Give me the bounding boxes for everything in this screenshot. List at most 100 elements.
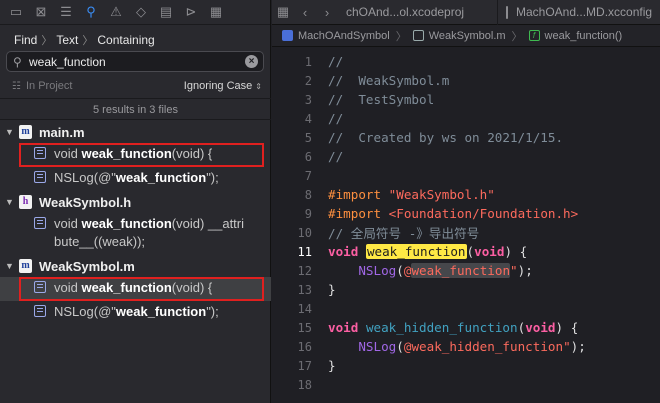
code-text: // bbox=[328, 149, 344, 164]
result-file-row[interactable]: ▼ h WeakSymbol.h bbox=[0, 191, 271, 213]
test-icon[interactable]: ◇ bbox=[129, 1, 153, 23]
navigator-toolbar: ▭ ⊠ ☰ ⚲ ⚠ ◇ ▤ ⊳ ▦ bbox=[0, 0, 270, 25]
line-number: 1 bbox=[304, 54, 312, 69]
search-field[interactable]: ⚲ × bbox=[6, 51, 264, 72]
snippet-suffix: "); bbox=[206, 304, 219, 319]
text-line-icon bbox=[34, 305, 46, 317]
source-file-icon: m bbox=[19, 125, 32, 139]
code-line[interactable]: 8 #import "WeakSymbol.h" bbox=[272, 185, 660, 204]
project-icon bbox=[282, 30, 293, 41]
code-text: // TestSymbol bbox=[328, 92, 435, 107]
find-mode-selector[interactable]: Find bbox=[14, 33, 37, 47]
debug-icon[interactable]: ▤ bbox=[154, 1, 178, 23]
results-count: 5 results in 3 files bbox=[0, 98, 271, 120]
result-file-name: WeakSymbol.m bbox=[39, 258, 135, 274]
code-line[interactable]: 4 // bbox=[272, 109, 660, 128]
code-line[interactable]: 6 // bbox=[272, 147, 660, 166]
snippet-suffix: "); bbox=[206, 170, 219, 185]
code-line[interactable]: 16 NSLog(@weak_hidden_function"); bbox=[272, 337, 660, 356]
line-number: 9 bbox=[304, 206, 312, 221]
source-file-icon: m bbox=[19, 259, 32, 273]
code-line[interactable]: 18 bbox=[272, 375, 660, 394]
result-match-row[interactable]: NSLog(@"weak_function"); bbox=[0, 167, 271, 191]
line-number: 13 bbox=[297, 282, 312, 297]
snippet-suffix: (void) { bbox=[171, 280, 213, 295]
code-line[interactable]: 11 void weak_function(void) { bbox=[272, 242, 660, 261]
file-icon bbox=[506, 5, 508, 19]
code-text: NSLog(@weak_hidden_function"); bbox=[358, 339, 586, 354]
forward-icon[interactable]: › bbox=[316, 5, 338, 20]
source-editor: ▦ ‹ › chOAnd...ol.xcodeproj MachOAnd...M… bbox=[272, 0, 660, 403]
disclosure-triangle-icon[interactable]: ▼ bbox=[5, 197, 19, 207]
line-number: 12 bbox=[297, 263, 312, 278]
code-line[interactable]: 14 bbox=[272, 299, 660, 318]
case-option-label: Ignoring Case bbox=[183, 80, 253, 92]
snippet-match: weak_function bbox=[81, 146, 172, 161]
code-line[interactable]: 9 #import <Foundation/Foundation.h> bbox=[272, 204, 660, 223]
find-navigator: ▭ ⊠ ☰ ⚲ ⚠ ◇ ▤ ⊳ ▦ Find 〉 Text 〉 Containi… bbox=[0, 0, 271, 403]
find-target-selector[interactable]: Text bbox=[56, 33, 78, 47]
code-text: void weak_hidden_function(void) { bbox=[328, 320, 579, 335]
text-line-icon bbox=[34, 171, 46, 183]
code-text: #import <Foundation/Foundation.h> bbox=[328, 206, 579, 221]
text-line-icon bbox=[34, 217, 46, 229]
result-match-row[interactable]: void weak_function(void) __attri bute__((… bbox=[0, 213, 271, 255]
code-line[interactable]: 7 bbox=[272, 166, 660, 185]
folder-icon[interactable]: ▭ bbox=[4, 1, 28, 23]
code-line[interactable]: 17} bbox=[272, 356, 660, 375]
result-file-row[interactable]: ▼ m WeakSymbol.m bbox=[0, 255, 271, 277]
snippet-suffix: (void) __attri bbox=[171, 216, 245, 231]
tab-xcodeproj[interactable]: chOAnd...ol.xcodeproj bbox=[338, 0, 498, 25]
jumpbar-project[interactable]: MachOAndSymbol bbox=[298, 30, 390, 42]
code-line[interactable]: 12 NSLog(@weak_function"); bbox=[272, 261, 660, 280]
line-number: 18 bbox=[297, 377, 312, 392]
tab-label: chOAnd...ol.xcodeproj bbox=[346, 5, 465, 19]
tab-xcconfig[interactable]: MachOAnd...MD.xcconfig bbox=[498, 0, 660, 25]
find-match-selector[interactable]: Containing bbox=[97, 33, 154, 47]
clear-search-icon[interactable]: × bbox=[245, 55, 258, 68]
snippet-continuation: bute__((weak)); bbox=[54, 234, 146, 249]
find-icon[interactable]: ⚲ bbox=[79, 1, 103, 23]
source-control-icon[interactable]: ⊠ bbox=[29, 1, 53, 23]
text-line-icon bbox=[34, 147, 46, 159]
code-line[interactable]: 13} bbox=[272, 280, 660, 299]
search-results-list: ▼ m main.m void weak_function(void) {NSLog(… bbox=[0, 121, 271, 325]
breakpoint-icon[interactable]: ⊳ bbox=[179, 1, 203, 23]
function-icon: f bbox=[528, 30, 540, 41]
snippet-match: weak_function bbox=[81, 216, 172, 231]
code-area[interactable]: 1 // 2 // WeakSymbol.m 3 // TestSymbol 4 // 5 // … bbox=[272, 52, 660, 394]
report-icon[interactable]: ▦ bbox=[204, 1, 228, 23]
line-number: 17 bbox=[297, 358, 312, 373]
code-line[interactable]: 15 void weak_hidden_function(void) { bbox=[272, 318, 660, 337]
tab-label: MachOAnd...MD.xcconfig bbox=[516, 5, 653, 19]
result-match-row[interactable]: NSLog(@"weak_function"); bbox=[0, 301, 271, 325]
bookmark-icon[interactable]: ☰ bbox=[54, 1, 78, 23]
issue-icon[interactable]: ⚠ bbox=[104, 1, 128, 23]
line-number: 4 bbox=[304, 111, 312, 126]
search-input[interactable] bbox=[29, 54, 239, 69]
back-icon[interactable]: ‹ bbox=[294, 5, 316, 20]
snippet-prefix: NSLog(@" bbox=[54, 304, 116, 319]
match-snippet: NSLog(@"weak_function"); bbox=[54, 167, 219, 187]
result-match-row[interactable]: void weak_function(void) { bbox=[0, 143, 271, 167]
snippet-suffix: (void) { bbox=[171, 146, 213, 161]
grid-icon[interactable]: ▦ bbox=[272, 4, 294, 20]
chevron-right-icon: 〉 bbox=[511, 30, 523, 43]
result-file-row[interactable]: ▼ m main.m bbox=[0, 121, 271, 143]
code-text: // bbox=[328, 111, 344, 126]
code-text: NSLog(@weak_function"); bbox=[358, 263, 533, 278]
code-line[interactable]: 10 // 全局符号 -》导出符号 bbox=[272, 223, 660, 242]
jumpbar-file[interactable]: WeakSymbol.m bbox=[429, 30, 506, 42]
search-icon: ⚲ bbox=[13, 54, 22, 69]
code-line[interactable]: 3 // TestSymbol bbox=[272, 90, 660, 109]
code-line[interactable]: 1 // bbox=[272, 52, 660, 71]
code-line[interactable]: 5 // Created by ws on 2021/1/15. bbox=[272, 128, 660, 147]
jumpbar-function[interactable]: weak_function() bbox=[545, 30, 623, 42]
disclosure-triangle-icon[interactable]: ▼ bbox=[5, 261, 19, 271]
result-match-row[interactable]: void weak_function(void) { bbox=[0, 277, 271, 301]
scope-selector[interactable]: ☷ In Project bbox=[12, 80, 72, 92]
case-sensitivity-selector[interactable]: Ignoring Case ⇕ bbox=[184, 80, 262, 92]
code-line[interactable]: 2 // WeakSymbol.m bbox=[272, 71, 660, 90]
code-text: // WeakSymbol.m bbox=[328, 73, 450, 88]
disclosure-triangle-icon[interactable]: ▼ bbox=[5, 127, 19, 137]
